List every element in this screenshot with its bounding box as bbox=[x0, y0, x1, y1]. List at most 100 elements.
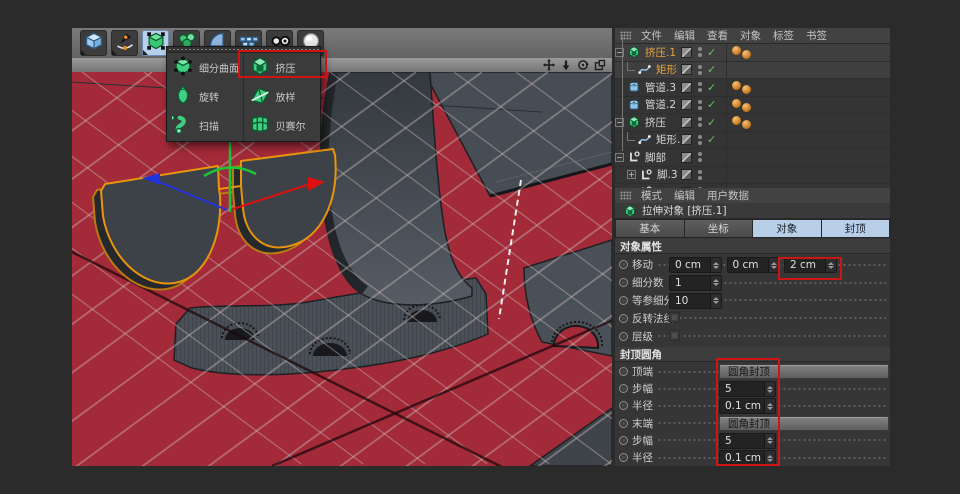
keyframe-ring-icon[interactable] bbox=[619, 419, 628, 428]
toolbar-pen-spline-button[interactable] bbox=[111, 30, 138, 56]
cap-type-dropdown[interactable]: 圆角封顶 bbox=[719, 364, 889, 379]
tree-row[interactable]: − 挤压.1 ✓ bbox=[615, 44, 890, 62]
tab-1[interactable]: 坐标 bbox=[685, 220, 753, 237]
menu-item-extrude[interactable]: 挤压 bbox=[244, 53, 321, 82]
menu-item-subdivision-surface[interactable]: 细分曲面 bbox=[167, 53, 243, 82]
om-menu-5[interactable]: 书签 bbox=[806, 28, 827, 43]
visibility-dots[interactable] bbox=[697, 100, 703, 110]
visibility-dots[interactable] bbox=[697, 152, 703, 162]
am-menu-0[interactable]: 模式 bbox=[641, 188, 662, 203]
value-field[interactable]: 5 bbox=[719, 381, 776, 397]
tab-2[interactable]: 对象 bbox=[753, 220, 821, 237]
spinner-arrows[interactable] bbox=[764, 399, 775, 413]
layer-icon[interactable] bbox=[681, 117, 692, 128]
menu-item-bezier[interactable]: 贝赛尔 bbox=[244, 111, 321, 140]
spinner-arrows[interactable] bbox=[764, 434, 775, 448]
value-field[interactable]: 1 bbox=[669, 275, 722, 291]
value-field[interactable]: 2 cm bbox=[784, 257, 837, 273]
enabled-check-icon[interactable]: ✓ bbox=[707, 134, 719, 145]
enabled-check-icon[interactable]: ✓ bbox=[707, 82, 719, 93]
enabled-check-icon[interactable]: ✓ bbox=[707, 99, 719, 110]
tree-row[interactable]: + 脚.3 bbox=[615, 167, 890, 185]
toolbar-cube-primitive-button[interactable] bbox=[80, 30, 107, 56]
value-field[interactable]: 0.1 cm bbox=[719, 450, 776, 466]
value-field[interactable]: 5 bbox=[719, 433, 776, 449]
cap-type-dropdown[interactable]: 圆角封顶 bbox=[719, 416, 889, 431]
keyframe-ring-icon[interactable] bbox=[619, 401, 628, 410]
spinner-arrows[interactable] bbox=[710, 294, 721, 308]
visibility-dots[interactable] bbox=[697, 135, 703, 145]
keyframe-ring-icon[interactable] bbox=[619, 296, 628, 305]
tree-row[interactable]: 矩形 ✓ bbox=[615, 62, 890, 80]
tree-row[interactable]: 矩形.2 ✓ bbox=[615, 132, 890, 150]
visibility-dots[interactable] bbox=[697, 117, 703, 127]
checkbox[interactable] bbox=[669, 330, 680, 341]
viewport-pan-icon[interactable] bbox=[543, 59, 555, 71]
spinner-arrows[interactable] bbox=[768, 258, 779, 272]
visibility-dots[interactable] bbox=[697, 65, 703, 75]
menu-item-loft[interactable]: 放样 bbox=[244, 82, 321, 111]
layer-icon[interactable] bbox=[681, 99, 692, 110]
value-field[interactable]: 10 bbox=[669, 293, 722, 309]
layer-icon[interactable] bbox=[681, 82, 692, 93]
om-menu-1[interactable]: 编辑 bbox=[674, 28, 695, 43]
layer-icon[interactable] bbox=[681, 134, 692, 145]
enabled-check-icon[interactable]: ✓ bbox=[707, 47, 719, 58]
phong-tag-icon[interactable] bbox=[742, 103, 751, 112]
keyframe-ring-icon[interactable] bbox=[619, 384, 628, 393]
spinner-arrows[interactable] bbox=[825, 258, 836, 272]
phong-tag-icon[interactable] bbox=[732, 81, 741, 90]
expander-plus[interactable]: + bbox=[627, 170, 636, 179]
value-field[interactable]: 0 cm bbox=[727, 257, 780, 273]
tree-row[interactable]: 管道.3 ✓ bbox=[615, 79, 890, 97]
om-menu-2[interactable]: 查看 bbox=[707, 28, 728, 43]
phong-tag-icon[interactable] bbox=[742, 50, 751, 59]
spinner-arrows[interactable] bbox=[764, 451, 775, 465]
visibility-dots[interactable] bbox=[697, 82, 703, 92]
keyframe-ring-icon[interactable] bbox=[619, 453, 628, 462]
tree-row[interactable]: − 脚部 bbox=[615, 149, 890, 167]
viewport-rotate-icon[interactable] bbox=[577, 59, 589, 71]
menu-item-sweep[interactable]: 扫描 bbox=[167, 111, 243, 140]
toolbar-subdivision-surface-button[interactable] bbox=[142, 30, 169, 56]
om-menu-0[interactable]: 文件 bbox=[641, 28, 662, 43]
keyframe-ring-icon[interactable] bbox=[619, 260, 628, 269]
layer-icon[interactable] bbox=[681, 169, 692, 180]
am-menu-2[interactable]: 用户数据 bbox=[707, 188, 749, 203]
phong-tag-icon[interactable] bbox=[742, 120, 751, 129]
keyframe-ring-icon[interactable] bbox=[619, 367, 628, 376]
phong-tag-icon[interactable] bbox=[732, 99, 741, 108]
visibility-dots[interactable] bbox=[697, 47, 703, 57]
tab-0[interactable]: 基本 bbox=[616, 220, 684, 237]
enabled-check-icon[interactable]: ✓ bbox=[707, 64, 719, 75]
tree-row[interactable]: 管道.2 ✓ bbox=[615, 97, 890, 115]
keyframe-ring-icon[interactable] bbox=[619, 332, 628, 341]
enabled-check-icon[interactable]: ✓ bbox=[707, 117, 719, 128]
menu-item-lathe[interactable]: 旋转 bbox=[167, 82, 243, 111]
layer-icon[interactable] bbox=[681, 64, 692, 75]
spinner-arrows[interactable] bbox=[710, 276, 721, 290]
viewport-toggle-view-icon[interactable] bbox=[594, 59, 606, 71]
visibility-dots[interactable] bbox=[697, 170, 703, 180]
tab-3[interactable]: 封顶 bbox=[822, 220, 890, 237]
layer-icon[interactable] bbox=[681, 47, 692, 58]
keyframe-ring-icon[interactable] bbox=[619, 278, 628, 287]
om-menu-4[interactable]: 标签 bbox=[773, 28, 794, 43]
spinner-arrows[interactable] bbox=[764, 382, 775, 396]
tree-row[interactable]: − 挤压 ✓ bbox=[615, 114, 890, 132]
am-menu-1[interactable]: 编辑 bbox=[674, 188, 695, 203]
keyframe-ring-icon[interactable] bbox=[619, 436, 628, 445]
phong-tag-icon[interactable] bbox=[742, 85, 751, 94]
spinner-arrows[interactable] bbox=[710, 258, 721, 272]
viewport-zoom-icon[interactable] bbox=[560, 59, 572, 71]
value-field[interactable]: 0 cm bbox=[669, 257, 722, 273]
keyframe-ring-icon[interactable] bbox=[619, 314, 628, 323]
value-field[interactable]: 0.1 cm bbox=[719, 398, 776, 414]
expander-minus[interactable]: − bbox=[615, 153, 624, 162]
viewport-3d[interactable] bbox=[72, 72, 612, 466]
checkbox[interactable] bbox=[669, 312, 680, 323]
phong-tag-icon[interactable] bbox=[732, 46, 741, 55]
om-menu-3[interactable]: 对象 bbox=[740, 28, 761, 43]
phong-tag-icon[interactable] bbox=[732, 116, 741, 125]
layer-icon[interactable] bbox=[681, 152, 692, 163]
